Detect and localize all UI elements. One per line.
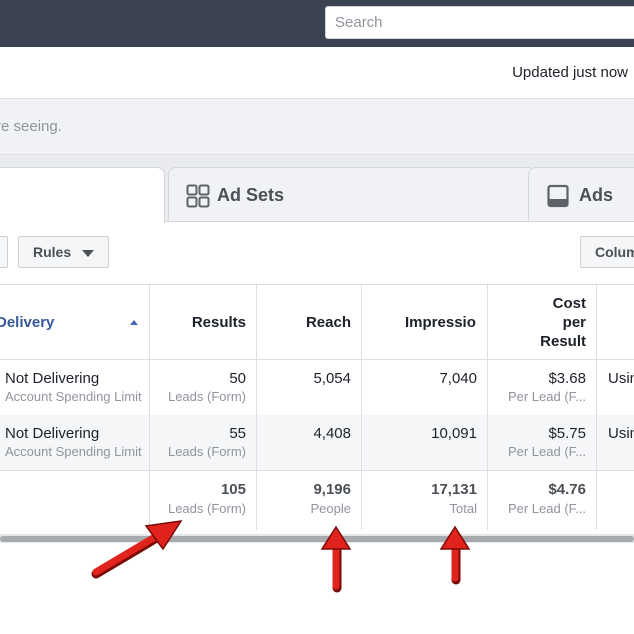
- notice-banner: re seeing.: [0, 99, 634, 155]
- extra-column-value: Usin: [608, 425, 634, 442]
- tab-ads-label: Ads: [579, 185, 614, 205]
- caret-down-icon: [82, 250, 94, 257]
- results-value: 50: [229, 370, 246, 387]
- total-results-value: 105: [220, 481, 246, 498]
- reach-value: 4,408: [313, 425, 351, 442]
- header-impressions[interactable]: Impressio: [405, 314, 478, 331]
- total-results-type: Leads (Form): [167, 501, 246, 516]
- columns-button[interactable]: Colum: [580, 236, 634, 268]
- search-box[interactable]: [325, 6, 634, 39]
- sort-ascending-icon[interactable]: [130, 320, 138, 325]
- extra-column-value: Usin: [608, 370, 634, 387]
- delivery-status-detail: Account Spending Limit: [5, 389, 142, 404]
- delivery-status-detail: Account Spending Limit: [5, 444, 142, 459]
- updated-status: Updated just now: [512, 64, 628, 81]
- cost-per-result-value: $3.68: [548, 370, 586, 387]
- delivery-status: Not Delivering: [5, 370, 100, 387]
- cost-per-result-value: $5.75: [548, 425, 586, 442]
- ads-monitor-icon: [547, 184, 569, 208]
- tab-ads[interactable]: Ads: [528, 167, 634, 221]
- impressions-value: 10,091: [431, 425, 477, 442]
- impressions-value: 7,040: [439, 370, 477, 387]
- notice-text: re seeing.: [0, 118, 62, 135]
- columns-button-label: Colum: [595, 244, 634, 260]
- header-cost-line-2[interactable]: per: [563, 314, 586, 331]
- header-delivery[interactable]: Delivery: [0, 314, 54, 331]
- toolbar-button-partial[interactable]: [0, 236, 8, 268]
- column-divider: [596, 285, 597, 530]
- header-cost-line-1[interactable]: Cost: [553, 295, 586, 312]
- scrollbar-thumb[interactable]: [0, 536, 634, 542]
- rules-button-label: Rules: [33, 244, 72, 260]
- tab-campaigns[interactable]: [0, 167, 165, 223]
- campaign-table: Delivery Results Reach Impressio Cost pe…: [0, 284, 634, 530]
- table-row[interactable]: Not Delivering Account Spending Limit 50…: [0, 360, 634, 415]
- level-tabs: Ad Sets Ads: [0, 155, 634, 223]
- rules-button[interactable]: Rules: [18, 236, 109, 268]
- results-type: Leads (Form): [167, 444, 246, 459]
- table-row[interactable]: Not Delivering Account Spending Limit 55…: [0, 415, 634, 470]
- column-divider: [487, 285, 488, 530]
- cost-per-result-type: Per Lead (F...: [507, 444, 586, 459]
- column-divider: [256, 285, 257, 530]
- reach-value: 5,054: [313, 370, 351, 387]
- search-input[interactable]: [326, 7, 634, 38]
- table-header-row: Delivery Results Reach Impressio Cost pe…: [0, 285, 634, 360]
- tab-ad-sets[interactable]: Ad Sets: [168, 167, 536, 221]
- column-divider: [361, 285, 362, 530]
- page-header: Updated just now: [0, 47, 634, 99]
- total-reach-value: 9,196: [313, 481, 351, 498]
- top-navigation-bar: [0, 0, 634, 47]
- total-reach-type: People: [310, 501, 351, 516]
- cost-per-result-type: Per Lead (F...: [507, 389, 586, 404]
- total-cost-per-result-type: Per Lead (F...: [507, 501, 586, 516]
- total-impressions-value: 17,131: [431, 481, 477, 498]
- delivery-status: Not Delivering: [5, 425, 100, 442]
- results-value: 55: [229, 425, 246, 442]
- header-cost-line-3[interactable]: Result: [540, 333, 586, 350]
- results-type: Leads (Form): [167, 389, 246, 404]
- header-results[interactable]: Results: [192, 314, 246, 331]
- header-reach[interactable]: Reach: [306, 314, 351, 331]
- total-impressions-type: Total: [449, 501, 477, 516]
- column-divider: [149, 285, 150, 530]
- table-toolbar: Rules Colum: [0, 221, 634, 284]
- ad-sets-grid-icon: [186, 184, 210, 208]
- tab-ad-sets-label: Ad Sets: [217, 185, 285, 205]
- table-totals-row: 105 Leads (Form) 9,196 People 17,131 Tot…: [0, 470, 634, 530]
- total-cost-per-result-value: $4.76: [548, 481, 586, 498]
